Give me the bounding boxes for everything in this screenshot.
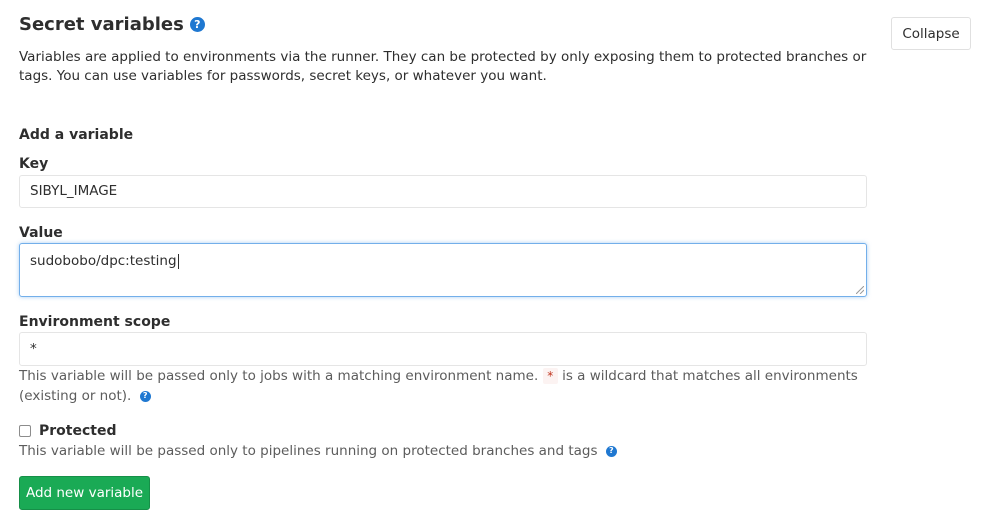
question-circle-icon[interactable]: ? bbox=[139, 390, 151, 402]
protected-hint: This variable will be passed only to pip… bbox=[19, 441, 869, 461]
scope-label: Environment scope bbox=[19, 314, 171, 330]
scope-hint: This variable will be passed only to job… bbox=[19, 366, 869, 406]
value-textarea-value: sudobobo/dpc:testing bbox=[30, 253, 177, 269]
text-caret bbox=[177, 253, 179, 269]
value-textarea[interactable]: sudobobo/dpc:testing bbox=[19, 243, 867, 297]
protected-hint-text: This variable will be passed only to pip… bbox=[19, 443, 598, 459]
section-description: Variables are applied to environments vi… bbox=[19, 49, 867, 84]
section-title-text: Secret variables bbox=[19, 14, 184, 35]
add-variable-heading: Add a variable bbox=[19, 127, 134, 143]
scope-input-value: * bbox=[30, 341, 37, 357]
key-input[interactable]: SIBYL_IMAGE bbox=[19, 175, 867, 208]
key-label: Key bbox=[19, 156, 49, 172]
key-input-value: SIBYL_IMAGE bbox=[30, 183, 118, 199]
protected-label[interactable]: Protected bbox=[39, 423, 116, 439]
add-new-variable-button[interactable]: Add new variable bbox=[19, 476, 150, 510]
section-title: Secret variables ? bbox=[19, 14, 205, 35]
scope-hint-before: This variable will be passed only to job… bbox=[19, 368, 539, 384]
value-label: Value bbox=[19, 225, 63, 241]
question-circle-icon[interactable]: ? bbox=[189, 17, 205, 32]
wildcard-code: * bbox=[542, 368, 558, 384]
protected-checkbox[interactable] bbox=[19, 425, 31, 437]
resize-handle-icon[interactable] bbox=[856, 286, 864, 294]
question-circle-icon[interactable]: ? bbox=[605, 445, 617, 457]
scope-input[interactable]: * bbox=[19, 332, 867, 366]
collapse-button[interactable]: Collapse bbox=[891, 17, 971, 50]
